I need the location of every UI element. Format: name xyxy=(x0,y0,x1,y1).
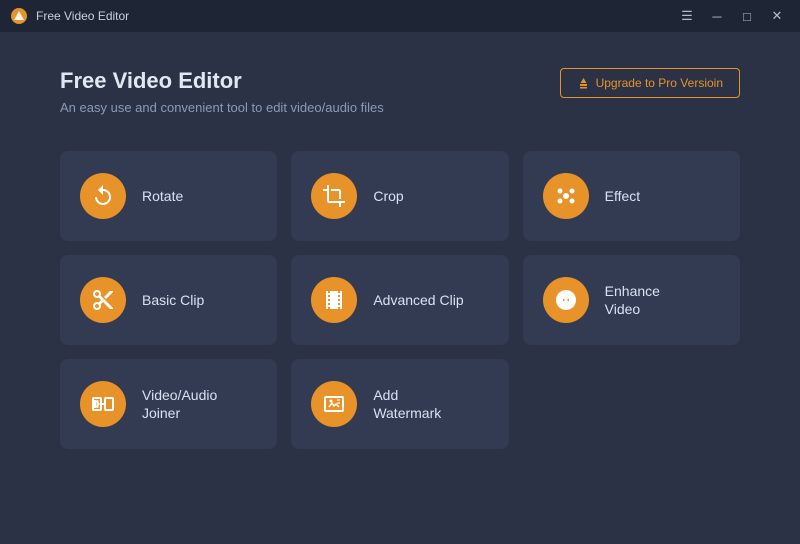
crop-icon-circle xyxy=(311,173,357,219)
basic-clip-icon-circle xyxy=(80,277,126,323)
menu-button[interactable]: ☰ xyxy=(674,5,700,27)
joiner-icon-circle xyxy=(80,381,126,427)
enhance-icon-circle xyxy=(543,277,589,323)
crop-item[interactable]: Crop xyxy=(291,151,508,241)
page-title: Free Video Editor xyxy=(60,68,384,94)
upgrade-icon xyxy=(577,77,590,90)
rotate-item[interactable]: Rotate xyxy=(60,151,277,241)
crop-label: Crop xyxy=(373,187,403,205)
advanced-clip-label: Advanced Clip xyxy=(373,291,463,309)
main-content: Free Video Editor An easy use and conven… xyxy=(0,32,800,479)
effect-item[interactable]: Effect xyxy=(523,151,740,241)
basic-clip-item[interactable]: Basic Clip xyxy=(60,255,277,345)
rotate-label: Rotate xyxy=(142,187,183,205)
add-watermark-item[interactable]: Add Watermark xyxy=(291,359,508,449)
rotate-icon-circle xyxy=(80,173,126,219)
effect-icon xyxy=(554,184,578,208)
header-row: Free Video Editor An easy use and conven… xyxy=(60,68,740,151)
feature-grid: Rotate Crop Effect xyxy=(60,151,740,449)
watermark-icon xyxy=(322,392,346,416)
upgrade-button[interactable]: Upgrade to Pro Versioin xyxy=(560,68,740,98)
video-audio-joiner-item[interactable]: Video/Audio Joiner xyxy=(60,359,277,449)
title-bar: Free Video Editor ☰ ─ □ ✕ xyxy=(0,0,800,32)
page-subtitle: An easy use and convenient tool to edit … xyxy=(60,100,384,115)
crop-icon xyxy=(322,184,346,208)
enhance-video-item[interactable]: Enhance Video xyxy=(523,255,740,345)
watermark-icon-circle xyxy=(311,381,357,427)
minimize-button[interactable]: ─ xyxy=(704,5,730,27)
effect-label: Effect xyxy=(605,187,641,205)
scissors-icon xyxy=(91,288,115,312)
advanced-clip-item[interactable]: Advanced Clip xyxy=(291,255,508,345)
rotate-icon xyxy=(91,184,115,208)
joiner-icon xyxy=(91,392,115,416)
basic-clip-label: Basic Clip xyxy=(142,291,204,309)
enhance-icon xyxy=(554,288,578,312)
add-watermark-label: Add Watermark xyxy=(373,386,441,422)
page-header: Free Video Editor An easy use and conven… xyxy=(60,68,384,115)
advanced-clip-icon-circle xyxy=(311,277,357,323)
title-bar-title: Free Video Editor xyxy=(36,9,129,23)
enhance-video-label: Enhance Video xyxy=(605,282,660,318)
maximize-button[interactable]: □ xyxy=(734,5,760,27)
title-bar-controls: ☰ ─ □ ✕ xyxy=(674,5,790,27)
effect-icon-circle xyxy=(543,173,589,219)
close-button[interactable]: ✕ xyxy=(764,5,790,27)
video-audio-joiner-label: Video/Audio Joiner xyxy=(142,386,217,422)
film-clip-icon xyxy=(322,288,346,312)
title-bar-left: Free Video Editor xyxy=(10,7,129,25)
app-icon xyxy=(10,7,28,25)
